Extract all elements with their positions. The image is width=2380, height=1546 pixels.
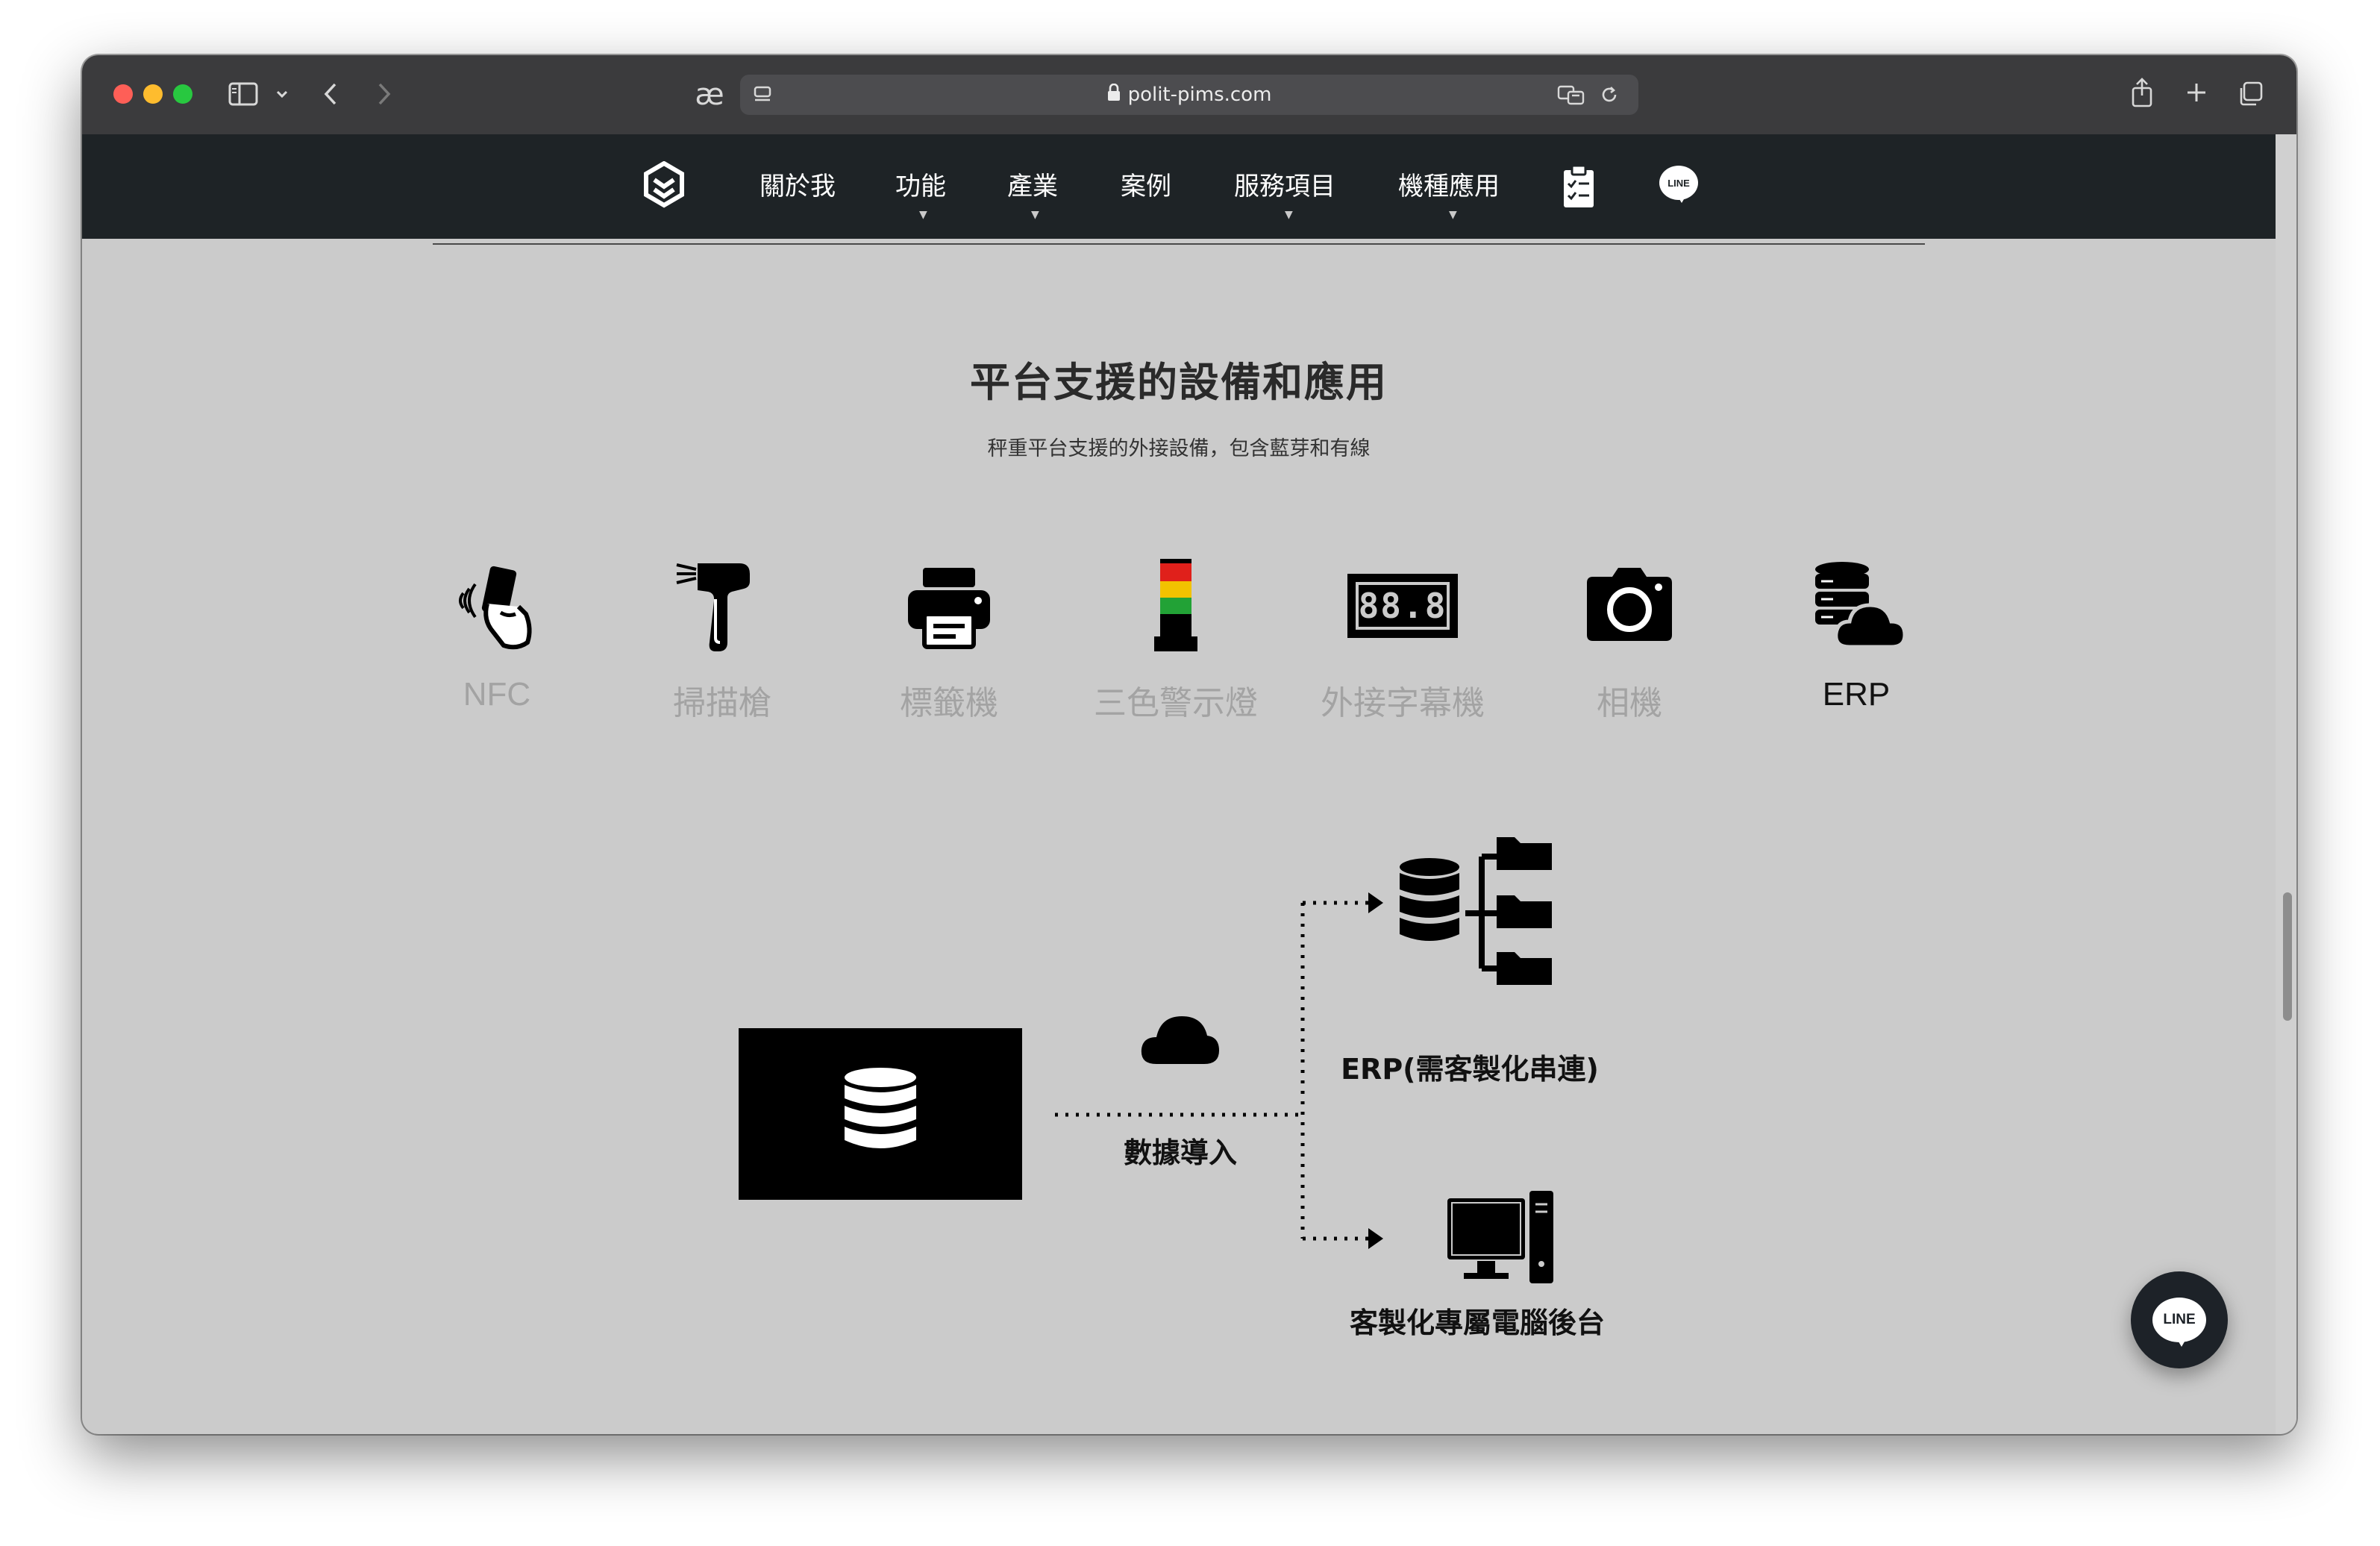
line-button-text: LINE <box>2163 1312 2196 1327</box>
scrollbar-thumb[interactable] <box>2283 892 2292 1021</box>
data-import-label: 數據導入 <box>1123 1136 1237 1169</box>
arrow-erp-icon <box>1368 892 1383 913</box>
computer-icon <box>1446 1189 1555 1286</box>
custom-backend-label: 客製化專屬電腦後台 <box>1349 1306 1605 1339</box>
cloud-icon <box>1139 1015 1221 1067</box>
flow-connectors <box>1055 892 1383 1249</box>
scrollbar-track[interactable] <box>2276 134 2296 1434</box>
erp-label: ERP(需客製化串連) <box>1341 1053 1599 1086</box>
line-chat-icon: LINE <box>2152 1298 2206 1347</box>
browser-window: æ polit-pims.com 關於我 功能 ▼ 產業 ▼ 案例 服務項目 ▼… <box>82 55 2296 1434</box>
erp-database-icon <box>1398 827 1555 988</box>
arrow-backend-icon <box>1368 1228 1383 1249</box>
floating-line-button[interactable]: LINE <box>2131 1271 2228 1368</box>
